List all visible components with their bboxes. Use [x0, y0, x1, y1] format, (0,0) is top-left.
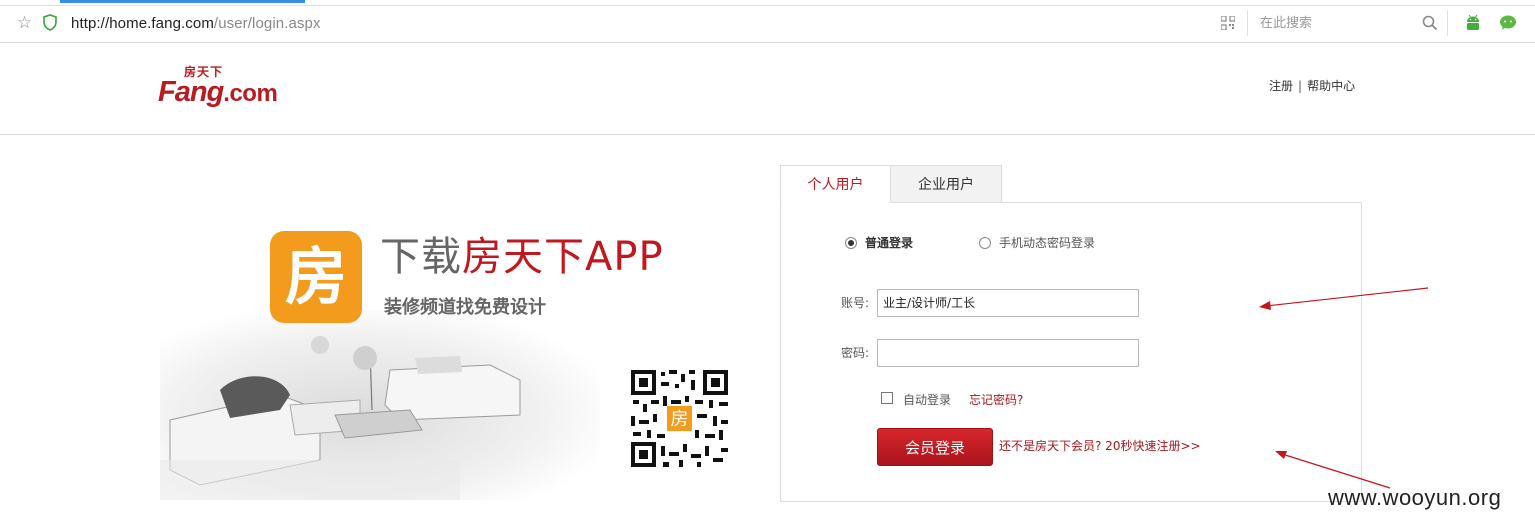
bookmark-star-icon[interactable]: ☆	[17, 13, 32, 33]
url-host: http://home.fang.com	[71, 15, 214, 32]
logo-main-text: Fang.com	[158, 76, 278, 108]
promo-subtitle: 装修频道找免费设计	[384, 297, 546, 318]
search-icon[interactable]	[1422, 15, 1438, 31]
app-download-qr-code: 房	[631, 370, 728, 467]
quick-register-link[interactable]: 还不是房天下会员? 20秒快速注册>>	[999, 439, 1201, 453]
header-links: 注册 | 帮助中心	[1269, 79, 1355, 93]
promo-title: 下载房天下APP	[380, 234, 664, 280]
toolbar-separator	[1247, 10, 1248, 36]
active-tab-indicator	[60, 0, 305, 3]
link-divider: |	[1298, 79, 1303, 93]
account-input[interactable]: 业主/设计师/工长	[877, 289, 1139, 317]
auto-login-label: 自动登录	[903, 393, 952, 407]
radio-checked-icon	[845, 237, 857, 249]
address-bar[interactable]: http://home.fang.com/user/login.aspx	[71, 15, 321, 33]
qr-badge-char: 房	[671, 409, 689, 430]
browser-search-input[interactable]: 在此搜索	[1260, 16, 1312, 32]
tab-enterprise-user[interactable]: 企业用户	[891, 165, 1002, 203]
member-login-button[interactable]: 会员登录	[877, 428, 993, 466]
qr-code-icon[interactable]	[1221, 16, 1235, 30]
app-promo: 房 下载房天下APP 装修频道找免费设计 房	[160, 220, 750, 510]
account-label: 账号:	[841, 296, 870, 310]
living-room-illustration	[160, 310, 600, 500]
auto-login-checkbox[interactable]	[881, 392, 893, 404]
watermark: www.wooyun.org	[1328, 485, 1502, 510]
url-path: /user/login.aspx	[213, 15, 321, 32]
radio-normal-login[interactable]: 普通登录	[845, 236, 913, 250]
fang-app-icon: 房	[270, 231, 362, 323]
wechat-icon[interactable]	[1499, 14, 1517, 31]
tab-personal-user[interactable]: 个人用户	[780, 165, 891, 203]
radio-mobile-login[interactable]: 手机动态密码登录	[979, 236, 1095, 250]
toolbar-separator	[1447, 10, 1448, 36]
browser-toolbar: ☆ http://home.fang.com/user/login.aspx 在…	[0, 0, 1535, 43]
site-header: 房天下 Fang.com 注册 | 帮助中心	[0, 44, 1535, 135]
radio-normal-label: 普通登录	[865, 236, 914, 250]
help-center-link[interactable]: 帮助中心	[1307, 79, 1355, 93]
radio-mobile-label: 手机动态密码登录	[999, 236, 1096, 250]
register-link[interactable]: 注册	[1269, 79, 1293, 93]
top-divider	[0, 5, 1535, 6]
forgot-password-link[interactable]: 忘记密码?	[969, 393, 1023, 407]
password-label: 密码:	[841, 346, 870, 360]
fang-logo[interactable]: 房天下 Fang.com	[158, 65, 298, 110]
android-icon[interactable]	[1464, 14, 1482, 32]
radio-unchecked-icon	[979, 237, 991, 249]
password-input[interactable]	[877, 339, 1139, 367]
shield-icon	[43, 14, 57, 31]
